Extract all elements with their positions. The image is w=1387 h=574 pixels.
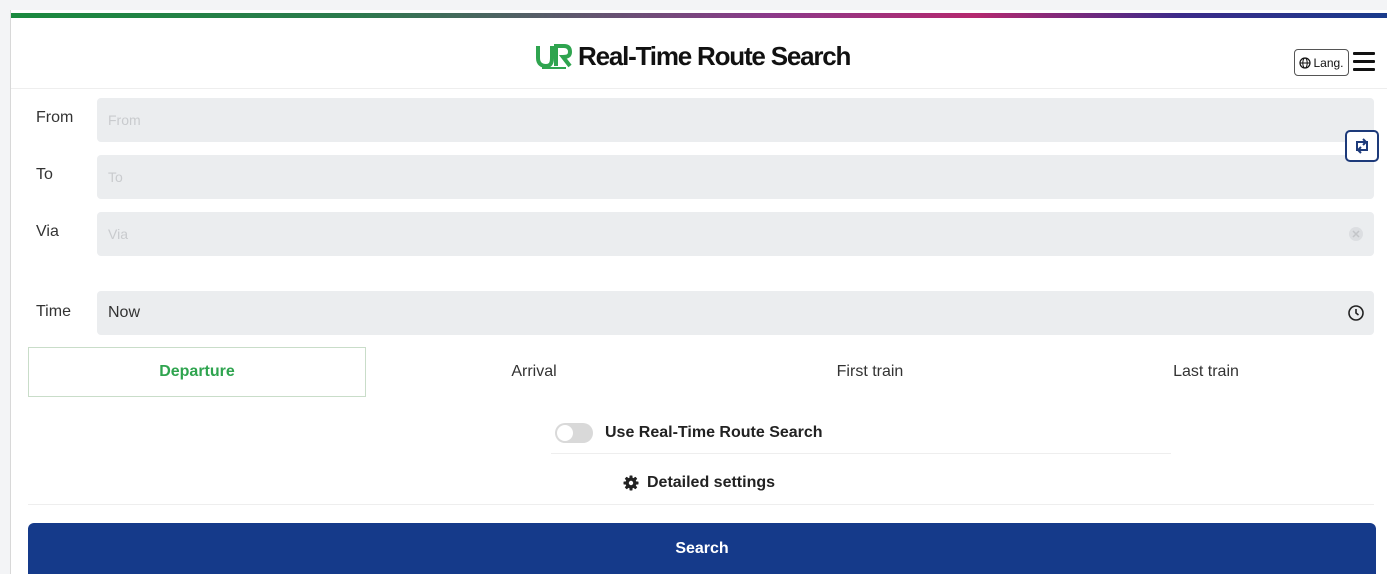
globe-icon — [1299, 56, 1312, 69]
hamburger-menu-icon[interactable] — [1353, 52, 1375, 72]
app-frame: Real-Time Route Search Lang. From From T… — [10, 10, 1387, 574]
swap-button[interactable] — [1345, 130, 1379, 162]
language-button[interactable]: Lang. — [1294, 49, 1349, 76]
detailed-settings-label: Detailed settings — [646, 474, 776, 491]
via-input[interactable]: Via — [97, 212, 1374, 256]
from-input[interactable]: From — [97, 98, 1374, 142]
tab-departure[interactable]: Departure — [28, 347, 366, 397]
from-placeholder: From — [108, 112, 141, 128]
to-input[interactable]: To — [97, 155, 1374, 199]
search-button[interactable]: Search — [28, 523, 1376, 574]
via-label: Via — [36, 223, 59, 240]
via-placeholder: Via — [108, 226, 128, 242]
detailed-settings-link[interactable]: Detailed settings — [11, 463, 1387, 503]
clear-icon[interactable] — [1347, 225, 1365, 243]
to-placeholder: To — [108, 169, 123, 185]
to-label: To — [36, 166, 53, 183]
tab-last-train[interactable]: Last train — [1038, 347, 1374, 397]
page-title: Real-Time Route Search — [578, 40, 851, 71]
tab-first-train[interactable]: First train — [702, 347, 1038, 397]
gear-icon — [623, 475, 639, 491]
header: Real-Time Route Search Lang. — [11, 18, 1387, 89]
time-value: Now — [108, 304, 141, 321]
jr-logo-icon — [536, 44, 572, 69]
from-label: From — [36, 109, 74, 126]
language-label: Lang. — [1313, 55, 1344, 70]
tab-arrival[interactable]: Arrival — [366, 347, 702, 397]
brand[interactable]: Real-Time Route Search — [536, 40, 851, 72]
clock-icon — [1348, 305, 1364, 321]
divider — [28, 504, 1374, 505]
realtime-toggle[interactable] — [555, 423, 593, 443]
realtime-row: Use Real-Time Route Search — [551, 413, 1171, 454]
swap-icon — [1356, 138, 1368, 154]
realtime-label: Use Real-Time Route Search — [605, 424, 823, 441]
time-label: Time — [36, 303, 71, 320]
time-type-tabs: Departure Arrival First train Last train — [28, 347, 1374, 397]
time-input[interactable]: Now — [97, 291, 1374, 335]
